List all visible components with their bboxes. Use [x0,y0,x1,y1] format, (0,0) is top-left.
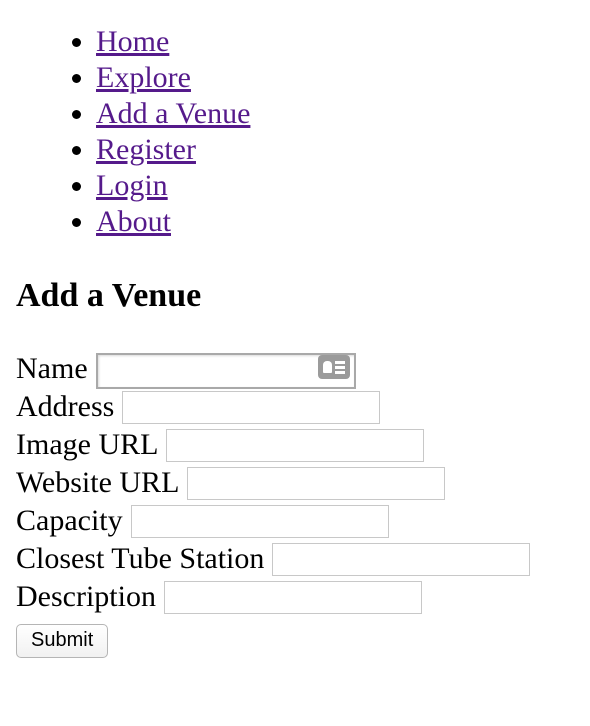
nav-item-register: Register [96,132,574,168]
nav-link-login[interactable]: Login [96,169,168,202]
nav-item-about: About [96,204,574,240]
description-input[interactable] [163,580,422,614]
address-label: Address [16,390,115,423]
form-row-capacity: Capacity [16,502,574,540]
website-url-input[interactable] [187,466,446,500]
contact-card-line [334,361,345,364]
name-input[interactable] [95,353,356,389]
nav-item-explore: Explore [96,60,574,96]
nav-list: Home Explore Add a Venue Register Login … [16,0,574,240]
nav-link-home[interactable]: Home [96,25,169,58]
nav-link-register[interactable]: Register [96,133,196,166]
image-url-input[interactable] [166,428,425,462]
form-row-address: Address [16,388,574,426]
submit-button[interactable]: Submit [16,623,109,658]
capacity-input[interactable] [130,504,389,538]
form-row-website-url: Website URL [16,464,574,502]
address-input[interactable] [122,390,381,424]
form-row-submit: Submit [16,620,574,658]
page-title: Add a Venue [16,277,202,314]
closest-tube-station-input[interactable] [272,542,531,576]
closest-tube-station-label: Closest Tube Station [16,542,265,575]
form-row-name: Name [16,349,574,389]
contact-card-avatar-shape [322,361,332,373]
nav-link-explore[interactable]: Explore [96,61,191,94]
page-container: Home Explore Add a Venue Register Login … [0,0,590,658]
contact-card-icon[interactable] [317,355,350,379]
website-url-label: Website URL [16,466,180,499]
nav-item-add-venue: Add a Venue [96,96,574,132]
nav-item-home: Home [96,24,574,60]
nav-link-add-venue[interactable]: Add a Venue [96,97,250,130]
nav-link-about[interactable]: About [96,205,171,238]
add-venue-form: Name Address Image URL Website URL Capac… [16,349,574,658]
form-row-closest-tube-station: Closest Tube Station [16,540,574,578]
description-label: Description [16,580,156,613]
image-url-label: Image URL [16,428,159,461]
contact-card-line [334,371,345,374]
name-field-wrapper [95,349,356,389]
form-row-description: Description [16,578,574,616]
capacity-label: Capacity [16,504,123,537]
nav-item-login: Login [96,168,574,204]
contact-card-line [334,366,345,369]
name-label: Name [16,352,88,385]
form-row-image-url: Image URL [16,426,574,464]
